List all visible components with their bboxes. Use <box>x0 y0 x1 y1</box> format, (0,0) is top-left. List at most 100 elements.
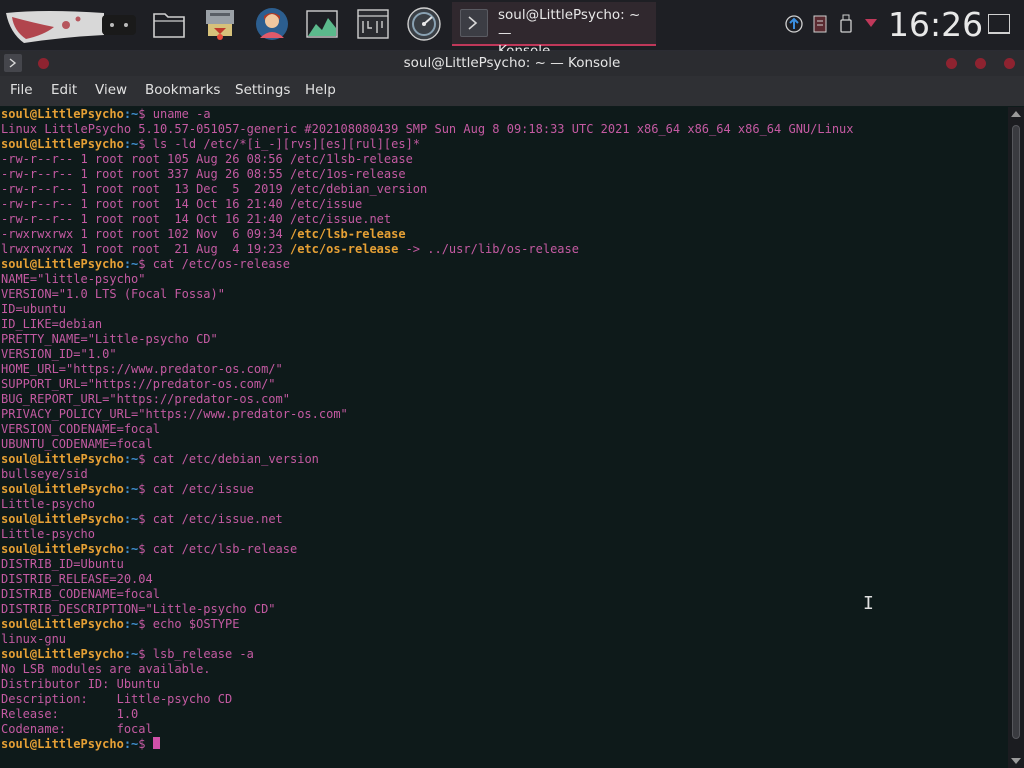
terminal-line: soul@LittlePsycho:~$ lsb_release -a <box>1 647 854 662</box>
terminal-line: lrwxrwxrwx 1 root root 21 Aug 4 19:23 /e… <box>1 242 854 257</box>
prompt-symbol: $ <box>138 542 146 556</box>
terminal-line: Release: 1.0 <box>1 707 854 722</box>
menu-settings[interactable]: Settings <box>235 82 290 98</box>
prompt-user: soul@LittlePsycho <box>1 512 124 526</box>
terminal-line: ID=ubuntu <box>1 302 854 317</box>
tray-expand-arrow-icon[interactable] <box>865 18 877 28</box>
prompt-user: soul@LittlePsycho <box>1 257 124 271</box>
prompt-symbol: $ <box>138 452 146 466</box>
output-text: -rw-r--r-- 1 root root 14 Oct 16 21:40 /… <box>1 212 392 226</box>
menu-edit[interactable]: Edit <box>51 82 77 98</box>
system-monitor-icon[interactable] <box>304 6 340 42</box>
terminal-line: HOME_URL="https://www.predator-os.com/" <box>1 362 854 377</box>
prompt-path: :~ <box>123 542 139 556</box>
taskbar-konsole-entry[interactable]: soul@LittlePsycho: ~ — Konsole <box>452 2 656 59</box>
output-text: Little-psycho <box>1 527 95 541</box>
menu-help[interactable]: Help <box>305 82 336 98</box>
terminal-line: PRIVACY_POLICY_URL="https://www.predator… <box>1 407 854 422</box>
scroll-thumb[interactable] <box>1012 125 1020 739</box>
terminal-output: soul@LittlePsycho:~$ uname -a Linux Littl… <box>1 107 854 752</box>
folder-icon[interactable] <box>151 6 187 42</box>
output-text: VERSION_CODENAME=focal <box>1 422 160 436</box>
terminal-line: -rw-r--r-- 1 root root 105 Aug 26 08:56 … <box>1 152 854 167</box>
terminal-line: -rw-r--r-- 1 root root 14 Oct 16 21:40 /… <box>1 212 854 227</box>
output-text: UBUNTU_CODENAME=focal <box>1 437 153 451</box>
knife-launcher-icon[interactable] <box>4 3 138 45</box>
prompt-symbol: $ <box>138 482 146 496</box>
usb-device-icon[interactable] <box>840 13 852 35</box>
output-highlight: /etc/os-release <box>289 242 399 256</box>
command-text: cat /etc/os-release <box>145 257 291 271</box>
prompt-path: :~ <box>123 107 139 121</box>
prompt-symbol: $ <box>138 737 146 751</box>
output-text: -rwxrwxrwx 1 root root 102 Nov 6 09:34 <box>1 227 290 241</box>
command-text: cat /etc/issue.net <box>145 512 283 526</box>
prompt-user: soul@LittlePsycho <box>1 137 124 151</box>
output-text: Linux LittlePsycho 5.10.57-051057-generi… <box>1 122 854 136</box>
prompt-symbol: $ <box>138 617 146 631</box>
terminal-line: DISTRIB_DESCRIPTION="Little-psycho CD" <box>1 602 854 617</box>
terminal-line: No LSB modules are available. <box>1 662 854 677</box>
scroll-down-arrow-icon[interactable] <box>1011 758 1021 764</box>
menu-view[interactable]: View <box>95 82 127 98</box>
prompt-symbol: $ <box>138 257 146 271</box>
terminal-line: NAME="little-psycho" <box>1 272 854 287</box>
command-text: cat /etc/lsb-release <box>145 542 298 556</box>
maximize-button[interactable] <box>975 58 986 69</box>
terminal-line: Description: Little-psycho CD <box>1 692 854 707</box>
terminal-scrollbar[interactable] <box>1008 107 1024 768</box>
window-titlebar[interactable]: soul@LittlePsycho: ~ — Konsole <box>0 51 1024 76</box>
update-icon[interactable] <box>784 13 804 35</box>
prompt-path: :~ <box>123 737 139 751</box>
package-manager-icon[interactable] <box>202 6 238 42</box>
close-button[interactable] <box>1004 58 1015 69</box>
command-text: lsb_release -a <box>145 647 254 661</box>
clipboard-icon[interactable] <box>813 13 827 35</box>
command-input <box>146 737 153 751</box>
minimize-button[interactable] <box>946 58 957 69</box>
output-text: DISTRIB_CODENAME=focal <box>1 587 160 601</box>
text-cursor-ibeam-icon: I <box>863 593 874 614</box>
prompt-path: :~ <box>123 512 139 526</box>
konsole-icon <box>460 9 488 37</box>
command-text: ls -ld /etc/*[i_-][rvs][es][rul][es]* <box>145 137 421 151</box>
prompt-user: soul@LittlePsycho <box>1 107 124 121</box>
terminal-line: VERSION="1.0 LTS (Focal Fossa)" <box>1 287 854 302</box>
scroll-up-arrow-icon[interactable] <box>1011 111 1021 117</box>
command-text: uname -a <box>145 107 211 121</box>
output-highlight: /etc/lsb-release <box>289 227 406 241</box>
prompt-symbol: $ <box>138 137 146 151</box>
user-avatar-icon[interactable] <box>254 6 290 42</box>
terminal-line: DISTRIB_CODENAME=focal <box>1 587 854 602</box>
show-desktop-button[interactable] <box>988 14 1010 34</box>
prompt-user: soul@LittlePsycho <box>1 737 124 751</box>
window-title: soul@LittlePsycho: ~ — Konsole <box>403 55 621 71</box>
terminal-line: soul@LittlePsycho:~$ <box>1 737 854 752</box>
terminal-line: Little-psycho <box>1 527 854 542</box>
output-text: VERSION="1.0 LTS (Focal Fossa)" <box>1 287 225 301</box>
terminal-line: soul@LittlePsycho:~$ ls -ld /etc/*[i_-][… <box>1 137 854 152</box>
clock[interactable]: 16:26 <box>888 4 983 46</box>
terminal-line: -rw-r--r-- 1 root root 337 Aug 26 08:55 … <box>1 167 854 182</box>
output-text: Little-psycho <box>1 497 95 511</box>
terminal-line: BUG_REPORT_URL="https://predator-os.com" <box>1 392 854 407</box>
output-text: ID=ubuntu <box>1 302 67 316</box>
command-text: echo $OSTYPE <box>145 617 240 631</box>
terminal-area[interactable]: soul@LittlePsycho:~$ uname -a Linux Littl… <box>0 107 1008 768</box>
terminal-line: VERSION_CODENAME=focal <box>1 422 854 437</box>
prompt-path: :~ <box>123 137 139 151</box>
disk-gauge-icon[interactable] <box>406 6 442 42</box>
terminal-grid-icon[interactable] <box>355 6 391 42</box>
output-text: lrwxrwxrwx 1 root root 21 Aug 4 19:23 <box>1 242 290 256</box>
output-text: -rw-r--r-- 1 root root 105 Aug 26 08:56 … <box>1 152 413 166</box>
output-text: Description: Little-psycho CD <box>1 692 233 706</box>
output-text: PRIVACY_POLICY_URL="https://www.predator… <box>1 407 348 421</box>
menu-bookmarks[interactable]: Bookmarks <box>145 82 220 98</box>
output-text: SUPPORT_URL="https://predator-os.com/" <box>1 377 276 391</box>
terminal-line: Little-psycho <box>1 497 854 512</box>
prompt-user: soul@LittlePsycho <box>1 647 124 661</box>
menu-file[interactable]: File <box>10 82 33 98</box>
prompt-path: :~ <box>123 617 139 631</box>
prompt-path: :~ <box>123 482 139 496</box>
terminal-line: bullseye/sid <box>1 467 854 482</box>
